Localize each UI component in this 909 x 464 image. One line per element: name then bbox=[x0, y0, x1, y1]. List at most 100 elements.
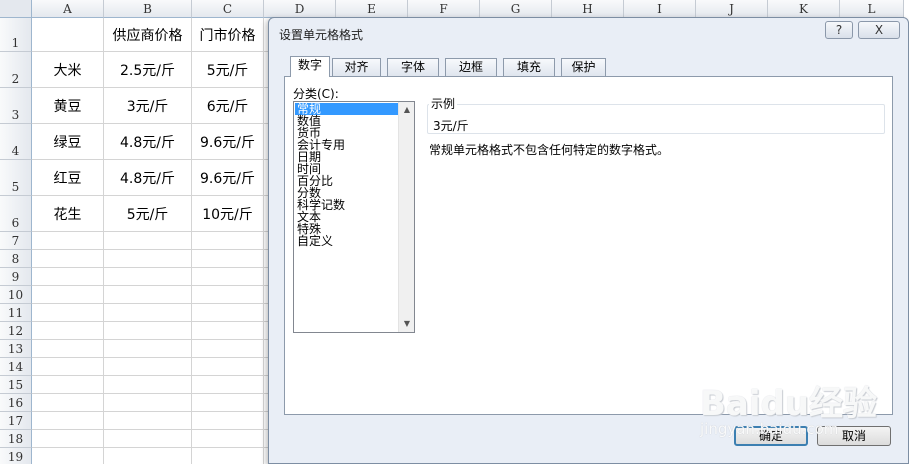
cell-b11[interactable] bbox=[104, 304, 192, 322]
help-button[interactable]: ? bbox=[825, 21, 853, 39]
column-header-j[interactable]: J bbox=[696, 0, 768, 18]
cell-b5[interactable]: 4.8元/斤 bbox=[104, 160, 192, 196]
cell-c19[interactable] bbox=[192, 448, 264, 464]
cell-c10[interactable] bbox=[192, 286, 264, 304]
tab-number[interactable]: 数字 bbox=[290, 56, 330, 77]
tab-alignment[interactable]: 对齐 bbox=[332, 58, 381, 76]
cell-a1[interactable] bbox=[32, 18, 104, 52]
cell-a15[interactable] bbox=[32, 376, 104, 394]
column-header-d[interactable]: D bbox=[264, 0, 336, 18]
cell-a11[interactable] bbox=[32, 304, 104, 322]
column-header-k[interactable]: K bbox=[768, 0, 840, 18]
ok-button[interactable]: 确定 bbox=[734, 426, 808, 446]
row-header-19[interactable]: 19 bbox=[0, 448, 32, 464]
cell-c3[interactable]: 6元/斤 bbox=[192, 88, 264, 124]
row-header-14[interactable]: 14 bbox=[0, 358, 32, 376]
tab-border[interactable]: 边框 bbox=[445, 58, 497, 76]
cell-b16[interactable] bbox=[104, 394, 192, 412]
cell-b1[interactable]: 供应商价格 bbox=[104, 18, 192, 52]
cell-b18[interactable] bbox=[104, 430, 192, 448]
row-header-4[interactable]: 4 bbox=[0, 124, 32, 160]
column-header-a[interactable]: A bbox=[32, 0, 104, 18]
cell-a17[interactable] bbox=[32, 412, 104, 430]
cell-c17[interactable] bbox=[192, 412, 264, 430]
cell-b12[interactable] bbox=[104, 322, 192, 340]
row-header-13[interactable]: 13 bbox=[0, 340, 32, 358]
cell-c1[interactable]: 门市价格 bbox=[192, 18, 264, 52]
cell-a7[interactable] bbox=[32, 232, 104, 250]
cell-c13[interactable] bbox=[192, 340, 264, 358]
category-list[interactable]: 常规 数值 货币 会计专用 日期 时间 百分比 分数 科学记数 文本 特殊 自定义 ▲ ▼ bbox=[293, 101, 415, 333]
cell-a13[interactable] bbox=[32, 340, 104, 358]
scroll-down-icon[interactable]: ▼ bbox=[399, 316, 415, 332]
column-header-h[interactable]: H bbox=[552, 0, 624, 18]
column-header-c[interactable]: C bbox=[192, 0, 264, 18]
select-all-corner[interactable] bbox=[0, 0, 32, 18]
close-button[interactable]: X bbox=[858, 21, 900, 39]
cell-b3[interactable]: 3元/斤 bbox=[104, 88, 192, 124]
row-header-5[interactable]: 5 bbox=[0, 160, 32, 196]
cell-c6[interactable]: 10元/斤 bbox=[192, 196, 264, 232]
cell-b2[interactable]: 2.5元/斤 bbox=[104, 52, 192, 88]
cell-a3[interactable]: 黄豆 bbox=[32, 88, 104, 124]
cell-c5[interactable]: 9.6元/斤 bbox=[192, 160, 264, 196]
cell-c18[interactable] bbox=[192, 430, 264, 448]
cell-b17[interactable] bbox=[104, 412, 192, 430]
cell-a6[interactable]: 花生 bbox=[32, 196, 104, 232]
cell-c2[interactable]: 5元/斤 bbox=[192, 52, 264, 88]
cell-b8[interactable] bbox=[104, 250, 192, 268]
column-header-l[interactable]: L bbox=[840, 0, 904, 18]
cell-a9[interactable] bbox=[32, 268, 104, 286]
row-header-2[interactable]: 2 bbox=[0, 52, 32, 88]
row-header-10[interactable]: 10 bbox=[0, 286, 32, 304]
tab-protection[interactable]: 保护 bbox=[561, 58, 606, 76]
tab-fill[interactable]: 填充 bbox=[503, 58, 555, 76]
cell-c9[interactable] bbox=[192, 268, 264, 286]
cell-b14[interactable] bbox=[104, 358, 192, 376]
column-header-i[interactable]: I bbox=[624, 0, 696, 18]
column-header-f[interactable]: F bbox=[408, 0, 480, 18]
cell-c11[interactable] bbox=[192, 304, 264, 322]
cell-c8[interactable] bbox=[192, 250, 264, 268]
column-header-b[interactable]: B bbox=[104, 0, 192, 18]
cell-a4[interactable]: 绿豆 bbox=[32, 124, 104, 160]
cell-a2[interactable]: 大米 bbox=[32, 52, 104, 88]
column-header-g[interactable]: G bbox=[480, 0, 552, 18]
cell-c4[interactable]: 9.6元/斤 bbox=[192, 124, 264, 160]
row-header-7[interactable]: 7 bbox=[0, 232, 32, 250]
cell-a18[interactable] bbox=[32, 430, 104, 448]
cell-a19[interactable] bbox=[32, 448, 104, 464]
cell-a16[interactable] bbox=[32, 394, 104, 412]
category-scrollbar[interactable]: ▲ ▼ bbox=[398, 102, 414, 332]
cell-b7[interactable] bbox=[104, 232, 192, 250]
cell-b9[interactable] bbox=[104, 268, 192, 286]
category-item[interactable]: 自定义 bbox=[295, 235, 399, 247]
cell-a8[interactable] bbox=[32, 250, 104, 268]
row-header-18[interactable]: 18 bbox=[0, 430, 32, 448]
row-header-1[interactable]: 1 bbox=[0, 18, 32, 52]
cell-c12[interactable] bbox=[192, 322, 264, 340]
cell-c7[interactable] bbox=[192, 232, 264, 250]
row-header-16[interactable]: 16 bbox=[0, 394, 32, 412]
row-header-8[interactable]: 8 bbox=[0, 250, 32, 268]
cell-b6[interactable]: 5元/斤 bbox=[104, 196, 192, 232]
row-header-15[interactable]: 15 bbox=[0, 376, 32, 394]
row-header-11[interactable]: 11 bbox=[0, 304, 32, 322]
row-header-17[interactable]: 17 bbox=[0, 412, 32, 430]
cell-a12[interactable] bbox=[32, 322, 104, 340]
tab-font[interactable]: 字体 bbox=[387, 58, 439, 76]
cell-c15[interactable] bbox=[192, 376, 264, 394]
scroll-up-icon[interactable]: ▲ bbox=[399, 102, 415, 118]
cell-b13[interactable] bbox=[104, 340, 192, 358]
cell-b4[interactable]: 4.8元/斤 bbox=[104, 124, 192, 160]
column-header-e[interactable]: E bbox=[336, 0, 408, 18]
cell-b15[interactable] bbox=[104, 376, 192, 394]
row-header-3[interactable]: 3 bbox=[0, 88, 32, 124]
cell-b10[interactable] bbox=[104, 286, 192, 304]
cancel-button[interactable]: 取消 bbox=[817, 426, 891, 446]
cell-b19[interactable] bbox=[104, 448, 192, 464]
cell-a14[interactable] bbox=[32, 358, 104, 376]
row-header-9[interactable]: 9 bbox=[0, 268, 32, 286]
row-header-12[interactable]: 12 bbox=[0, 322, 32, 340]
cell-c14[interactable] bbox=[192, 358, 264, 376]
